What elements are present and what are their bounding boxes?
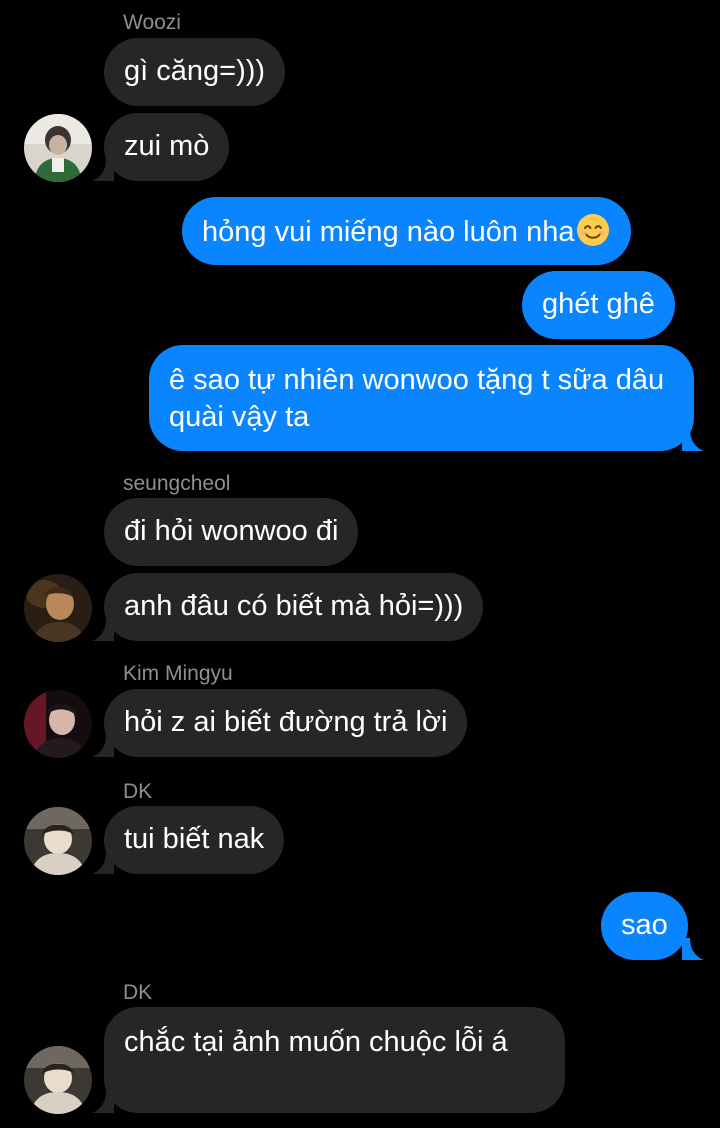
message-thread: Woozi gì căng=))) zui mò hỏng vui miếng …: [0, 0, 720, 1128]
message-bubble-incoming[interactable]: hỏi z ai biết đường trả lời: [104, 689, 468, 757]
avatar[interactable]: [24, 574, 92, 642]
message-text: hỏng vui miếng nào luôn nha: [202, 216, 575, 248]
message-text: anh đâu có biết mà hỏi=))): [124, 590, 464, 622]
sender-name: DK: [123, 981, 153, 1004]
message-bubble-incoming[interactable]: tui biết nak: [104, 806, 285, 874]
message-text: zui mò: [124, 130, 210, 162]
message-text: hỏi z ai biết đường trả lời: [124, 706, 448, 738]
bubble-tail-icon: [682, 938, 704, 960]
avatar[interactable]: [24, 807, 92, 875]
message-text: ê sao tự nhiên wonwoo tặng t sữa dâu quà…: [169, 364, 665, 433]
message-text: tui biết nak: [124, 823, 265, 855]
sender-name: seungcheol: [123, 472, 231, 495]
message-bubble-outgoing[interactable]: ghét ghê: [522, 271, 675, 339]
message-bubble-outgoing[interactable]: sao: [601, 892, 688, 960]
message-text: ghét ghê: [542, 288, 655, 320]
message-bubble-incoming[interactable]: zui mò: [104, 113, 230, 181]
bubble-tail-icon: [92, 735, 114, 757]
bubble-tail-icon: [92, 852, 114, 874]
bubble-tail-icon: [92, 1091, 114, 1113]
message-text: đi hỏi wonwoo đi: [124, 515, 339, 547]
bubble-tail-icon: [92, 159, 114, 181]
smiling-face-icon: [577, 214, 610, 246]
sender-name: Woozi: [123, 11, 181, 34]
message-bubble-incoming[interactable]: anh đâu có biết mà hỏi=))): [104, 573, 484, 641]
avatar[interactable]: [24, 114, 92, 182]
bubble-tail-icon: [92, 619, 114, 641]
message-bubble-outgoing[interactable]: hỏng vui miếng nào luôn nha: [182, 197, 632, 265]
avatar[interactable]: [24, 1046, 92, 1114]
message-bubble-incoming[interactable]: đi hỏi wonwoo đi: [104, 498, 359, 566]
message-text: chắc tại ảnh muốn chuộc lỗi á: [124, 1026, 508, 1058]
message-text: gì căng=))): [124, 55, 266, 87]
sender-name: Kim Mingyu: [123, 662, 233, 685]
bubble-tail-icon: [682, 429, 704, 451]
message-bubble-outgoing[interactable]: ê sao tự nhiên wonwoo tặng t sữa dâu quà…: [149, 345, 694, 451]
message-bubble-incoming[interactable]: chắc tại ảnh muốn chuộc lỗi á: [104, 1007, 565, 1113]
message-bubble-incoming[interactable]: gì căng=))): [104, 38, 286, 106]
avatar[interactable]: [24, 690, 92, 758]
message-text: sao: [621, 909, 668, 941]
sender-name: DK: [123, 780, 153, 803]
